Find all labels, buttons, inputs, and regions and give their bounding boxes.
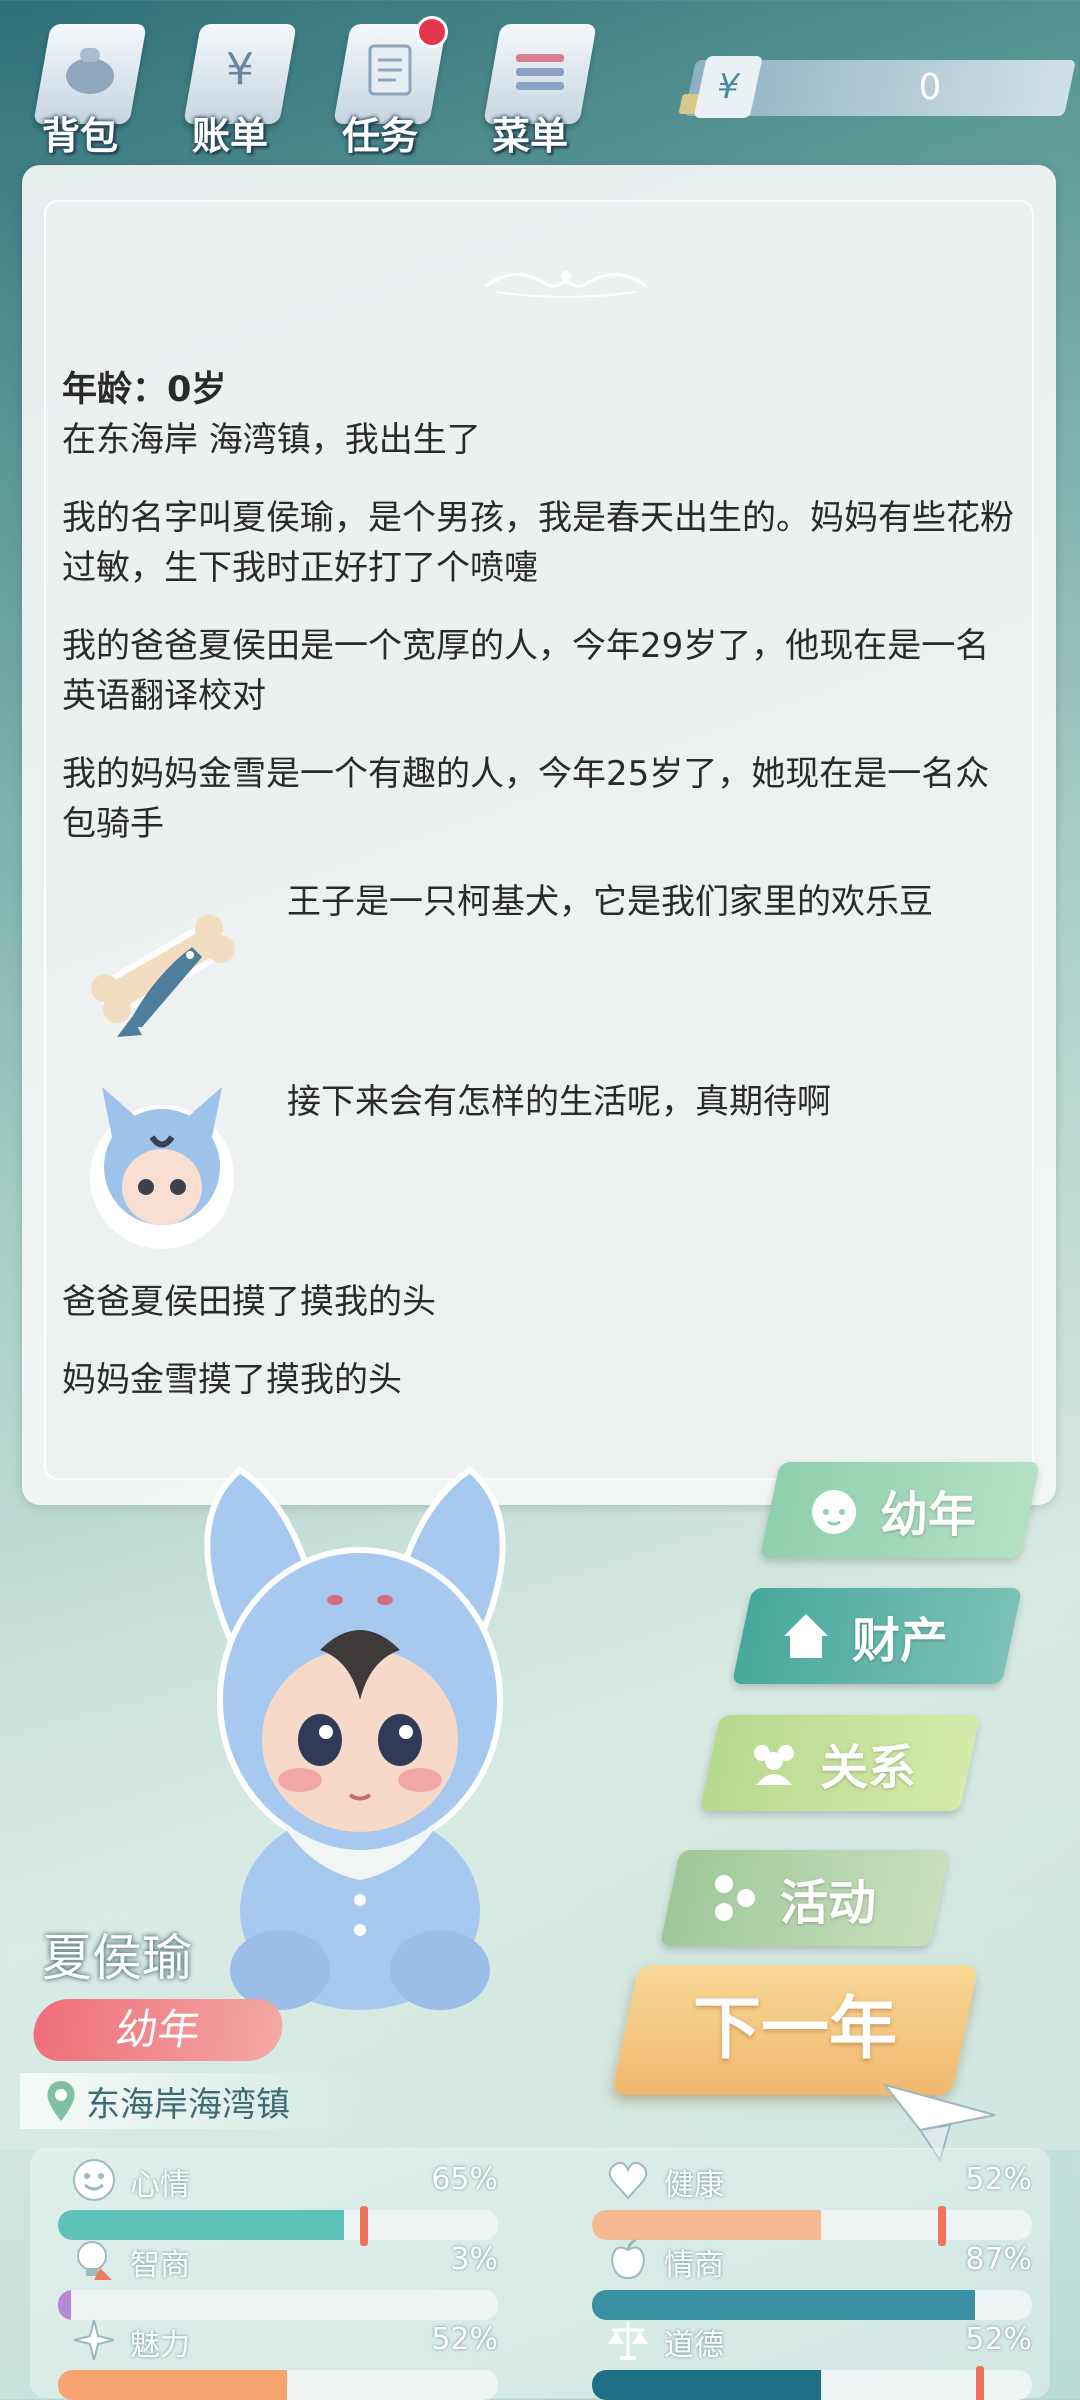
story-panel: 年龄：0岁 在东海岸 海湾镇，我出生了 我的名字叫夏侯瑜，是个男孩，我是春天出生… (22, 165, 1056, 1505)
tab-relations-label: 关系 (820, 1740, 917, 1796)
stat-moral-value: 52% (965, 2322, 1032, 2357)
pet-line: 王子是一只柯基犬，它是我们家里的欢乐豆 (287, 882, 933, 922)
yen-icon: ¥ (693, 56, 763, 118)
top-bar: 背包 ¥ 账单 任务 菜单 ¥ 0 (0, 0, 1080, 160)
stat-mood-name: 心情 (130, 2168, 190, 2203)
stat-eq-value: 87% (965, 2242, 1032, 2277)
heart-icon (608, 2161, 648, 2200)
ornament-divider-icon (485, 271, 647, 298)
pet-sticker-icon (91, 914, 235, 1037)
stat-iq-name: 智商 (130, 2248, 190, 2283)
tab-assets[interactable]: 财产 (731, 1588, 1023, 1684)
tab-childhood-label: 幼年 (880, 1487, 977, 1543)
stat-health-fill (592, 2210, 821, 2240)
apple-icon (610, 2238, 646, 2280)
money-amount: 0 (918, 67, 942, 108)
task-button[interactable]: 任务 (320, 10, 460, 158)
stat-eq-fill (592, 2290, 975, 2320)
stat-eq-name: 情商 (664, 2248, 724, 2283)
baby-avatar-sticker-icon (90, 1087, 234, 1249)
stat-charm-value: 52% (431, 2322, 498, 2357)
story-text: 年龄：0岁 在东海岸 海湾镇，我出生了 我的名字叫夏侯瑜，是个男孩，我是春天出生… (62, 365, 1022, 1433)
task-notification-badge (416, 16, 448, 48)
bill-label: 账单 (191, 114, 268, 158)
life-stage-badge: 幼年 (29, 1999, 287, 2061)
people-icon (754, 1745, 794, 1785)
event-line: 爸爸夏侯田摸了摸我的头 (62, 1282, 436, 1322)
story-paragraph: 我的名字叫夏侯瑜，是个男孩，我是春天出生的。妈妈有些花粉过敏，生下我时正好打了个… (62, 498, 1014, 588)
stat-eq: 情商 87% (592, 2238, 1032, 2320)
location-text: 东海岸海湾镇 (86, 2084, 290, 2125)
stat-iq-fill (58, 2290, 72, 2320)
bill-button[interactable]: ¥ 账单 (170, 10, 310, 158)
stat-charm: 魅力 52% (58, 2318, 498, 2400)
scales-icon (608, 2322, 648, 2360)
future-line: 接下来会有怎样的生活呢，真期待啊 (287, 1082, 831, 1122)
stat-iq-value: 3% (450, 2242, 498, 2277)
stat-charm-fill (58, 2370, 287, 2400)
baby-face-icon (812, 1490, 856, 1534)
activity-icon (715, 1875, 755, 1921)
stat-moral-fill (592, 2370, 821, 2400)
bag-label: 背包 (41, 114, 118, 158)
stat-mood-value: 65% (431, 2162, 498, 2197)
character-name: 夏侯瑜 (42, 1929, 192, 1987)
task-label: 任务 (341, 114, 418, 158)
tab-activities-label: 活动 (780, 1875, 877, 1931)
money-display: ¥ 0 (678, 56, 1076, 118)
bag-button[interactable]: 背包 (20, 10, 160, 158)
tab-relations[interactable]: 关系 (699, 1715, 981, 1811)
story-paragraph: 我的爸爸夏侯田是一个宽厚的人，今年29岁了，他现在是一名英语翻译校对 (62, 626, 990, 716)
stats-panel: 心情 65% 健康 52% 智商 3% 情商 87% 魅力 52% 道德 52% (30, 2148, 1050, 2400)
stat-moral-name: 道德 (664, 2328, 724, 2363)
tab-childhood[interactable]: 幼年 (759, 1462, 1041, 1558)
baby-character-image (204, 1466, 506, 2010)
pet-event: 王子是一只柯基犬，它是我们家里的欢乐豆 (62, 877, 1022, 1077)
task-icon (368, 44, 412, 96)
stat-iq: 智商 3% (58, 2238, 498, 2320)
event-line: 妈妈金雪摸了摸我的头 (62, 1360, 402, 1400)
location-pin-icon (47, 2081, 75, 2121)
menu-label: 菜单 (491, 114, 568, 158)
smiley-icon (73, 2159, 115, 2201)
age-line: 年龄：0岁 (62, 370, 227, 410)
house-icon (784, 1614, 828, 1658)
menu-button[interactable]: 菜单 (470, 10, 610, 158)
tab-assets-label: 财产 (852, 1613, 949, 1669)
stat-moral: 道德 52% (592, 2318, 1032, 2400)
sparkle-icon (73, 2319, 115, 2361)
bill-icon: ¥ (226, 44, 254, 95)
tab-activities[interactable]: 活动 (659, 1850, 951, 1946)
stat-mood: 心情 65% (58, 2158, 498, 2246)
stat-moral-marker (976, 2366, 984, 2400)
stat-health-value: 52% (965, 2162, 1032, 2197)
stat-health-name: 健康 (664, 2168, 724, 2203)
stat-mood-fill (58, 2210, 344, 2240)
future-event: 接下来会有怎样的生活呢，真期待啊 (62, 1077, 1022, 1277)
stat-charm-name: 魅力 (130, 2328, 190, 2363)
bag-icon (66, 48, 114, 94)
story-paragraph: 我的妈妈金雪是一个有趣的人，今年25岁了，她现在是一名众包骑手 (62, 754, 990, 844)
stat-health: 健康 52% (592, 2158, 1032, 2246)
lightbulb-icon (77, 2241, 112, 2280)
story-paragraph: 在东海岸 海湾镇，我出生了 (62, 420, 481, 460)
location-label: 东海岸海湾镇 (20, 2073, 360, 2129)
menu-icon (516, 54, 564, 90)
